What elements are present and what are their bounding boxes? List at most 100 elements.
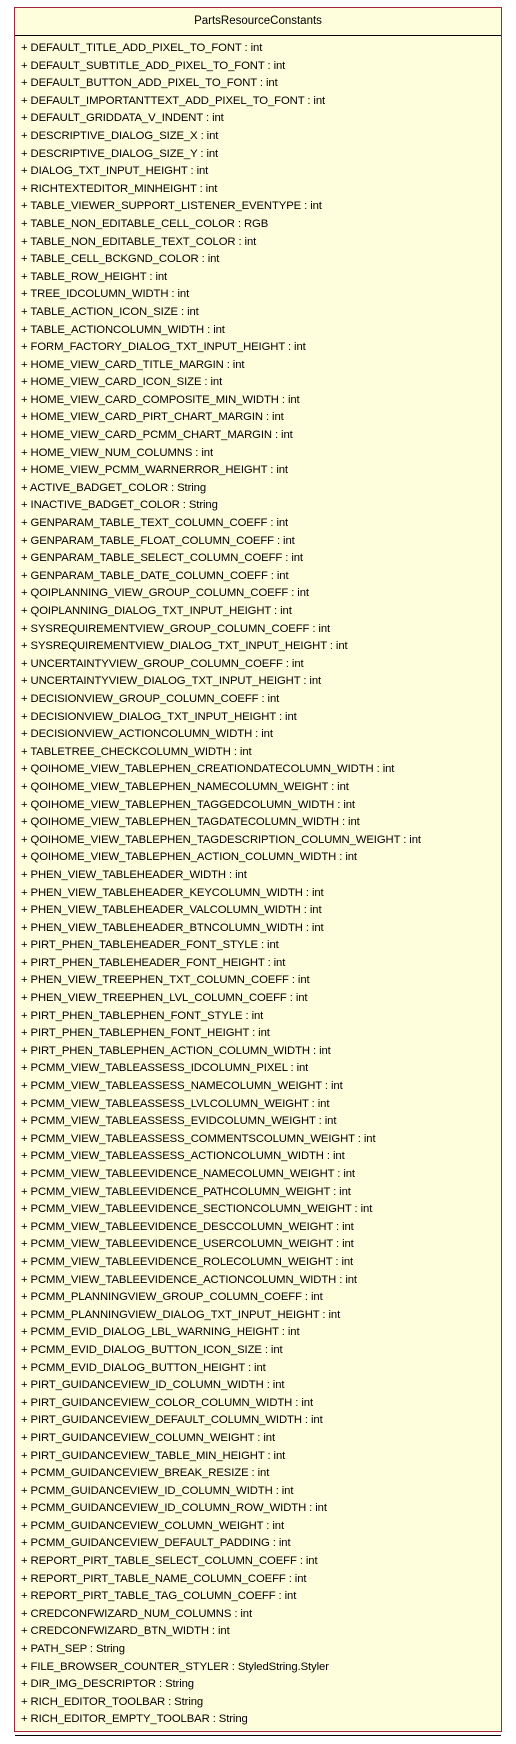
- class-attribute: + PHEN_VIEW_TABLEHEADER_KEYCOLUMN_WIDTH …: [21, 886, 324, 899]
- class-attribute: + TABLE_NON_EDITABLE_TEXT_COLOR : int: [21, 235, 257, 248]
- class-attribute: + PIRT_PHEN_TABLEPHEN_FONT_HEIGHT : int: [21, 1027, 270, 1040]
- class-attribute: + DEFAULT_IMPORTANTTEXT_ADD_PIXEL_TO_FON…: [21, 94, 326, 107]
- class-attribute: + TABLE_NON_EDITABLE_CELL_COLOR : RGB: [21, 217, 269, 230]
- class-attribute: + PCMM_VIEW_TABLEEVIDENCE_NAMECOLUMN_WEI…: [21, 1168, 355, 1180]
- class-attribute: + PIRT_GUIDANCEVIEW_TABLE_MIN_HEIGHT : i…: [21, 1449, 286, 1462]
- class-attribute: + QOIHOME_VIEW_TABLEPHEN_TAGGEDCOLUMN_WI…: [21, 798, 355, 811]
- class-attribute: + PCMM_VIEW_TABLEEVIDENCE_USERCOLUMN_WEI…: [21, 1238, 354, 1251]
- class-attribute: + FORM_FACTORY_DIALOG_TXT_INPUT_HEIGHT :…: [21, 341, 306, 354]
- class-attribute: + DEFAULT_GRIDDATA_V_INDENT : int: [21, 112, 224, 125]
- class-attribute: + PIRT_GUIDANCEVIEW_DEFAULT_COLUMN_WIDTH…: [21, 1414, 323, 1427]
- class-attribute: + PCMM_PLANNINGVIEW_GROUP_COLUMN_COEFF :…: [21, 1291, 323, 1304]
- class-attribute: + PCMM_GUIDANCEVIEW_ID_COLUMN_ROW_WIDTH …: [21, 1502, 327, 1515]
- class-attribute: + PCMM_VIEW_TABLEEVIDENCE_PATHCOLUMN_WEI…: [21, 1185, 351, 1198]
- attribute-compartment: + DEFAULT_TITLE_ADD_PIXEL_TO_FONT : int +…: [15, 36, 501, 1729]
- class-attribute: + HOME_VIEW_CARD_PCMM_CHART_MARGIN : int: [21, 429, 293, 442]
- class-attribute: + PCMM_EVID_DIALOG_BUTTON_ICON_SIZE : in…: [21, 1343, 283, 1356]
- class-attribute: + RICH_EDITOR_TOOLBAR : String: [21, 1695, 204, 1708]
- class-attribute: + QOIHOME_VIEW_TABLEPHEN_ACTION_COLUMN_W…: [21, 851, 357, 864]
- class-attribute: + PIRT_GUIDANCEVIEW_COLOR_COLUMN_WIDTH :…: [21, 1396, 313, 1409]
- class-attribute: + DESCRIPTIVE_DIALOG_SIZE_Y : int: [21, 147, 219, 160]
- class-attribute: + HOME_VIEW_PCMM_WARNERROR_HEIGHT : int: [21, 464, 288, 477]
- class-attribute: + HOME_VIEW_CARD_PIRT_CHART_MARGIN : int: [21, 411, 284, 424]
- class-attribute: + PCMM_VIEW_TABLEASSESS_LVLCOLUMN_WEIGHT…: [21, 1097, 330, 1110]
- class-attribute: + QOIHOME_VIEW_TABLEPHEN_TAGDATECOLUMN_W…: [21, 816, 360, 829]
- class-attribute: + PCMM_GUIDANCEVIEW_BREAK_RESIZE : int: [21, 1467, 270, 1480]
- class-attribute: + DIALOG_TXT_INPUT_HEIGHT : int: [21, 165, 209, 178]
- class-attribute: + GENPARAM_TABLE_SELECT_COLUMN_COEFF : i…: [21, 552, 303, 565]
- class-attribute: + PCMM_GUIDANCEVIEW_COLUMN_WEIGHT : int: [21, 1519, 284, 1532]
- class-name: PartsResourceConstants: [15, 8, 501, 36]
- class-attribute: + PCMM_VIEW_TABLEEVIDENCE_SECTIONCOLUMN_…: [21, 1203, 373, 1216]
- class-attribute: + SYSREQUIREMENTVIEW_GROUP_COLUMN_COEFF …: [21, 622, 331, 635]
- class-attribute: + QOIHOME_VIEW_TABLEPHEN_NAMECOLUMN_WEIG…: [21, 780, 349, 793]
- class-attribute: + UNCERTAINTYVIEW_GROUP_COLUMN_COEFF : i…: [21, 657, 304, 670]
- class-attribute: + PHEN_VIEW_TREEPHEN_TXT_COLUMN_COEFF : …: [21, 974, 310, 987]
- class-attribute: + PIRT_GUIDANCEVIEW_ID_COLUMN_WIDTH : in…: [21, 1379, 285, 1392]
- class-attribute: + DEFAULT_BUTTON_ADD_PIXEL_TO_FONT : int: [21, 77, 278, 90]
- class-attribute: + QOIPLANNING_DIALOG_TXT_INPUT_HEIGHT : …: [21, 605, 292, 617]
- class-attribute: + FILE_BROWSER_COUNTER_STYLER : StyledSt…: [21, 1660, 329, 1673]
- class-attribute: + HOME_VIEW_CARD_TITLE_MARGIN : int: [21, 358, 245, 371]
- class-attribute: + HOME_VIEW_NUM_COLUMNS : int: [21, 446, 214, 459]
- class-attribute: + INACTIVE_BADGET_COLOR : String: [21, 499, 218, 512]
- class-attribute: + TABLE_ACTION_ICON_SIZE : int: [21, 305, 199, 318]
- class-attribute: + PCMM_EVID_DIALOG_BUTTON_HEIGHT : int: [21, 1361, 266, 1374]
- class-attribute: + DECISIONVIEW_GROUP_COLUMN_COEFF : int: [21, 692, 280, 705]
- class-attribute: + RICH_EDITOR_EMPTY_TOOLBAR : String: [21, 1713, 248, 1726]
- class-attribute: + PIRT_PHEN_TABLEHEADER_FONT_STYLE : int: [21, 939, 279, 952]
- class-attribute: + GENPARAM_TABLE_TEXT_COLUMN_COEFF : int: [21, 517, 289, 530]
- class-attribute: + QOIPLANNING_VIEW_GROUP_COLUMN_COEFF : …: [21, 587, 309, 600]
- class-attribute: + DEFAULT_TITLE_ADD_PIXEL_TO_FONT : int: [21, 42, 263, 54]
- class-attribute: + PCMM_VIEW_TABLEASSESS_ACTIONCOLUMN_WID…: [21, 1150, 345, 1163]
- class-attribute: + REPORT_PIRT_TABLE_NAME_COLUMN_COEFF : …: [21, 1572, 307, 1585]
- class-attribute: + PCMM_VIEW_TABLEASSESS_COMMENTSCOLUMN_W…: [21, 1132, 376, 1145]
- class-attribute: + HOME_VIEW_CARD_ICON_SIZE : int: [21, 376, 223, 389]
- class-attribute: + PATH_SEP : String: [21, 1643, 125, 1656]
- class-attribute: + REPORT_PIRT_TABLE_SELECT_COLUMN_COEFF …: [21, 1555, 318, 1568]
- class-attribute: + DIR_IMG_DESCRIPTOR : String: [21, 1678, 194, 1691]
- class-attribute: + QOIHOME_VIEW_TABLEPHEN_CREATIONDATECOL…: [21, 763, 395, 776]
- class-attribute: + DECISIONVIEW_DIALOG_TXT_INPUT_HEIGHT :…: [21, 710, 297, 723]
- class-attribute: + CREDCONFWIZARD_NUM_COLUMNS : int: [21, 1607, 253, 1620]
- class-attribute: + UNCERTAINTYVIEW_DIALOG_TXT_INPUT_HEIGH…: [21, 675, 322, 688]
- class-attribute: + RICHTEXTEDITOR_MINHEIGHT : int: [21, 182, 218, 195]
- class-attribute: + TREE_IDCOLUMN_WIDTH : int: [21, 288, 190, 301]
- class-attribute: + DEFAULT_SUBTITLE_ADD_PIXEL_TO_FONT : i…: [21, 59, 286, 72]
- class-attribute: + PHEN_VIEW_TABLEHEADER_BTNCOLUMN_WIDTH …: [21, 921, 324, 934]
- class-attribute: + GENPARAM_TABLE_FLOAT_COLUMN_COEFF : in…: [21, 534, 295, 547]
- class-attribute: + TABLE_CELL_BCKGND_COLOR : int: [21, 253, 220, 266]
- class-attribute: + PHEN_VIEW_TABLEHEADER_VALCOLUMN_WIDTH …: [21, 904, 322, 917]
- class-attribute: + PHEN_VIEW_TABLEHEADER_WIDTH : int: [21, 868, 247, 881]
- class-attribute: + PIRT_PHEN_TABLEHEADER_FONT_HEIGHT : in…: [21, 956, 286, 969]
- uml-class-box: PartsResourceConstants + DEFAULT_TITLE_A…: [14, 7, 502, 1736]
- class-attribute: + PIRT_PHEN_TABLEPHEN_FONT_STYLE : int: [21, 1009, 264, 1022]
- class-attribute: + REPORT_PIRT_TABLE_TAG_COLUMN_COEFF : i…: [21, 1590, 297, 1603]
- operation-compartment: [15, 1735, 501, 1736]
- class-attribute: + HOME_VIEW_CARD_COMPOSITE_MIN_WIDTH : i…: [21, 393, 300, 406]
- class-attribute: + PCMM_GUIDANCEVIEW_DEFAULT_PADDING : in…: [21, 1537, 291, 1550]
- class-attribute: + GENPARAM_TABLE_DATE_COLUMN_COEFF : int: [21, 569, 289, 582]
- class-attribute: + QOIHOME_VIEW_TABLEPHEN_TAGDESCRIPTION_…: [21, 833, 421, 846]
- class-attribute: + SYSREQUIREMENTVIEW_DIALOG_TXT_INPUT_HE…: [21, 640, 348, 653]
- class-attribute: + PIRT_PHEN_TABLEPHEN_ACTION_COLUMN_WIDT…: [21, 1044, 331, 1057]
- class-attribute: + DESCRIPTIVE_DIALOG_SIZE_X : int: [21, 129, 219, 142]
- class-attribute: + TABLE_VIEWER_SUPPORT_LISTENER_EVENTYPE…: [21, 200, 322, 213]
- class-attribute: + PCMM_VIEW_TABLEEVIDENCE_ACTIONCOLUMN_W…: [21, 1273, 357, 1286]
- class-attribute: + PCMM_VIEW_TABLEASSESS_IDCOLUMN_PIXEL :…: [21, 1062, 309, 1075]
- class-attribute: + DECISIONVIEW_ACTIONCOLUMN_WIDTH : int: [21, 728, 273, 741]
- class-attribute: + PCMM_VIEW_TABLEASSESS_NAMECOLUMN_WEIGH…: [21, 1080, 343, 1093]
- class-attribute: + PCMM_GUIDANCEVIEW_ID_COLUMN_WIDTH : in…: [21, 1484, 294, 1497]
- class-attribute: + TABLETREE_CHECKCOLUMN_WIDTH : int: [21, 745, 252, 758]
- class-attribute: + PCMM_VIEW_TABLEASSESS_EVIDCOLUMN_WEIGH…: [21, 1115, 337, 1128]
- class-attribute: + TABLE_ROW_HEIGHT : int: [21, 270, 168, 283]
- class-attribute: + PIRT_GUIDANCEVIEW_COLUMN_WEIGHT : int: [21, 1431, 275, 1444]
- class-attribute: + PCMM_VIEW_TABLEEVIDENCE_DESCCOLUMN_WEI…: [21, 1220, 354, 1233]
- class-attribute: + PCMM_VIEW_TABLEEVIDENCE_ROLECOLUMN_WEI…: [21, 1255, 354, 1268]
- class-attribute: + PHEN_VIEW_TREEPHEN_LVL_COLUMN_COEFF : …: [21, 992, 308, 1005]
- class-attribute: + PCMM_EVID_DIALOG_LBL_WARNING_HEIGHT : …: [21, 1326, 300, 1339]
- class-attribute: + CREDCONFWIZARD_BTN_WIDTH : int: [21, 1625, 230, 1638]
- class-attribute: + PCMM_PLANNINGVIEW_DIALOG_TXT_INPUT_HEI…: [21, 1308, 341, 1321]
- class-attribute: + ACTIVE_BADGET_COLOR : String: [21, 481, 207, 494]
- class-attribute: + TABLE_ACTIONCOLUMN_WIDTH : int: [21, 323, 225, 336]
